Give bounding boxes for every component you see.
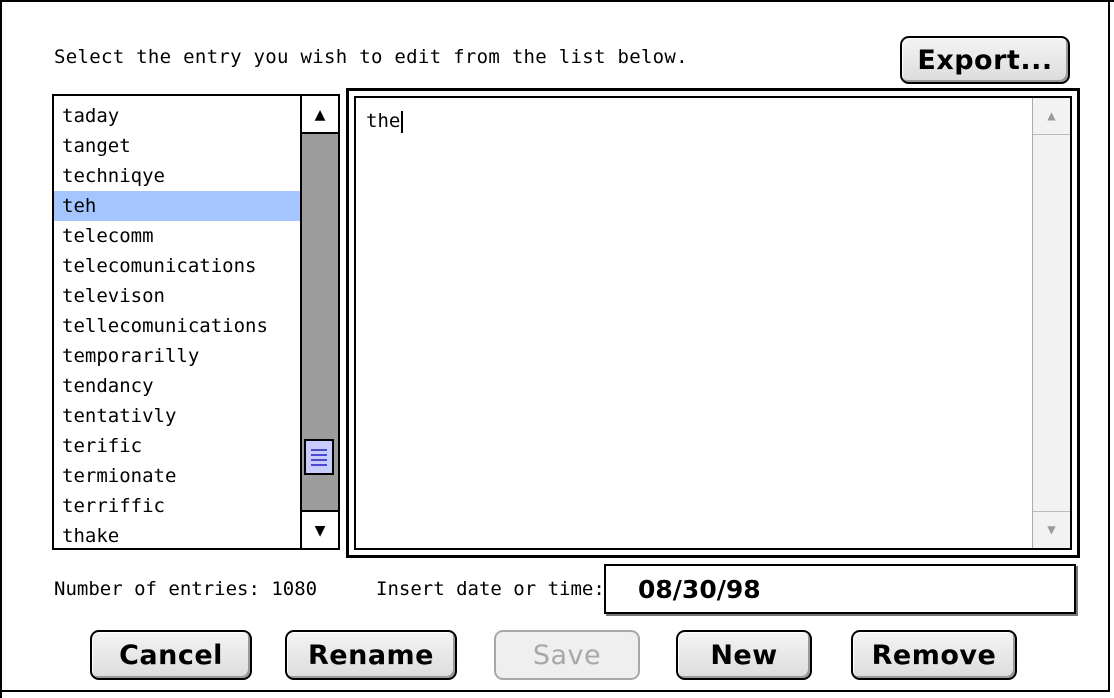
list-item[interactable]: teh <box>54 191 300 221</box>
scroll-down-arrow-icon[interactable]: ▼ <box>302 510 338 548</box>
entry-list-items: taday tanget techniqye teh telecomm telecomun… <box>54 101 300 548</box>
date-value: 08/30/98 <box>638 575 761 604</box>
editor-text-value: the <box>366 110 401 132</box>
list-item[interactable]: televison <box>54 281 300 311</box>
list-item[interactable]: tendancy <box>54 371 300 401</box>
list-item[interactable]: tellecomunications <box>54 311 300 341</box>
export-button[interactable]: Export... <box>900 36 1070 84</box>
cancel-button[interactable]: Cancel <box>90 630 252 680</box>
list-item[interactable]: terific <box>54 431 300 461</box>
rename-button[interactable]: Rename <box>285 630 457 680</box>
list-item[interactable]: tanget <box>54 131 300 161</box>
date-time-field[interactable]: 08/30/98 <box>604 564 1076 614</box>
list-item[interactable]: terriffic <box>54 491 300 521</box>
entry-editor-frame: the ▲ ▼ <box>346 88 1080 558</box>
list-item[interactable]: tentativly <box>54 401 300 431</box>
save-button[interactable]: Save <box>494 630 640 680</box>
entries-count: Number of entries: 1080 <box>54 578 318 600</box>
editor-scroll-down-icon[interactable]: ▼ <box>1033 511 1070 548</box>
editor-text[interactable]: the <box>366 110 404 133</box>
new-button[interactable]: New <box>676 630 812 680</box>
entry-editor[interactable]: the ▲ ▼ <box>354 96 1072 550</box>
scroll-up-arrow-icon[interactable]: ▲ <box>302 96 338 134</box>
date-label: Insert date or time: <box>376 578 605 600</box>
entry-list-scrollbar[interactable]: ▲ ▼ <box>300 96 338 548</box>
dialog-border-top <box>0 0 1114 2</box>
text-caret <box>401 110 404 133</box>
list-item[interactable]: techniqye <box>54 161 300 191</box>
list-item[interactable]: thake <box>54 521 300 548</box>
list-item[interactable]: telecomunications <box>54 251 300 281</box>
list-item[interactable]: temporarilly <box>54 341 300 371</box>
dialog-border-left <box>0 0 2 698</box>
list-item[interactable]: taday <box>54 101 300 131</box>
editor-scroll-up-icon[interactable]: ▲ <box>1033 98 1070 135</box>
instruction-text: Select the entry you wish to edit from t… <box>54 46 688 68</box>
remove-button[interactable]: Remove <box>851 630 1017 680</box>
editor-scrollbar[interactable]: ▲ ▼ <box>1032 98 1070 548</box>
scroll-thumb[interactable] <box>304 439 334 475</box>
list-item[interactable]: termionate <box>54 461 300 491</box>
entry-list[interactable]: taday tanget techniqye teh telecomm telecomun… <box>52 94 340 550</box>
list-item[interactable]: telecomm <box>54 221 300 251</box>
